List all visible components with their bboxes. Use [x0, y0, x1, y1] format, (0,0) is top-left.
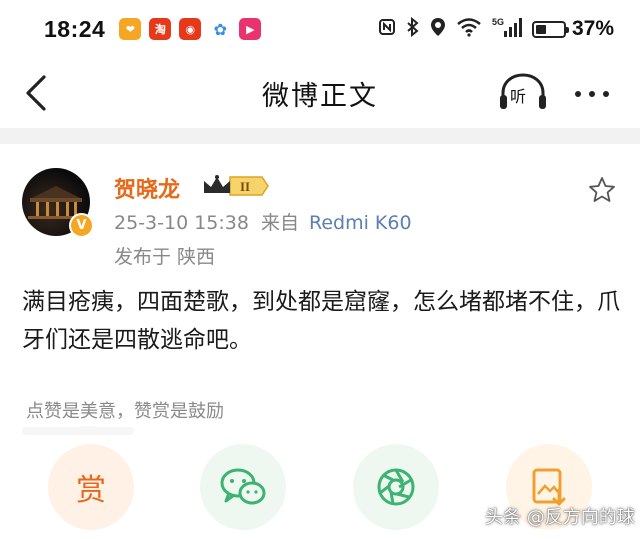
listen-button[interactable]: 听: [498, 73, 548, 113]
moments-share-button[interactable]: [353, 444, 439, 530]
battery-fill: [535, 24, 546, 34]
header-divider: [0, 128, 640, 144]
taobao-app-icon: 淘: [149, 18, 172, 40]
status-app-icons: ❤ 淘 ◉ ✿ ▶: [119, 18, 262, 40]
member-level: II: [240, 179, 250, 194]
post-date: 25-3-10 15:38: [114, 212, 249, 234]
author-name[interactable]: 贺晓龙: [114, 172, 180, 204]
battery-indicator: 37%: [531, 17, 614, 41]
wechat-icon: [220, 468, 266, 505]
status-system-icons: 5G 37%: [378, 16, 614, 43]
video-app-icon: ▶: [239, 18, 262, 40]
wifi-icon: [456, 17, 482, 42]
save-image-icon: [532, 468, 566, 506]
listen-label: 听: [510, 87, 527, 106]
status-time: 18:24: [44, 15, 106, 42]
post-device-link[interactable]: Redmi K60: [309, 212, 412, 234]
watermark: 头条 @反方向的球: [485, 507, 635, 528]
wechat-share-button[interactable]: [200, 444, 286, 530]
reward-tip-bubble: [22, 427, 134, 435]
back-icon[interactable]: [22, 74, 52, 112]
weibo-app-icon: ❤: [119, 18, 142, 40]
signal-icon: 5G: [492, 16, 522, 43]
location-icon: [430, 17, 446, 42]
favorite-star-icon[interactable]: [588, 176, 616, 204]
nav-header: 微博正文 听: [0, 58, 640, 128]
post-location: 发布于 陕西: [114, 246, 216, 268]
reward-tip: 点赞是美意，赞赏是鼓励: [26, 401, 224, 422]
more-icon[interactable]: [572, 84, 612, 104]
svg-text:5G: 5G: [492, 17, 504, 27]
post-body: 满目疮痍，四面楚歌，到处都是窟窿，怎么堵都堵不住，爪牙们还是四散逃命吧。: [22, 289, 620, 353]
reward-tip-arrow: [80, 426, 96, 434]
pinwheel-app-icon: ✿: [209, 18, 232, 40]
nfc-icon: [378, 18, 396, 41]
weibo-red-app-icon: ◉: [179, 18, 202, 40]
battery-percent: 37%: [571, 17, 614, 40]
status-bar: 18:24 ❤ 淘 ◉ ✿ ▶ 5G 37%: [0, 0, 640, 58]
battery-icon: [531, 20, 569, 38]
post-from-label: 来自: [260, 212, 299, 234]
page-title: 微博正文: [262, 80, 378, 112]
post-meta: 25-3-10 15:38 来自 Redmi K60: [114, 208, 412, 235]
moments-aperture-icon: [377, 468, 415, 506]
bluetooth-icon: [406, 16, 420, 42]
member-crown-icon[interactable]: II: [200, 173, 270, 199]
reward-button[interactable]: 赏: [48, 444, 134, 530]
verified-badge-icon: V: [69, 213, 94, 238]
reward-label: 赏: [76, 473, 106, 508]
